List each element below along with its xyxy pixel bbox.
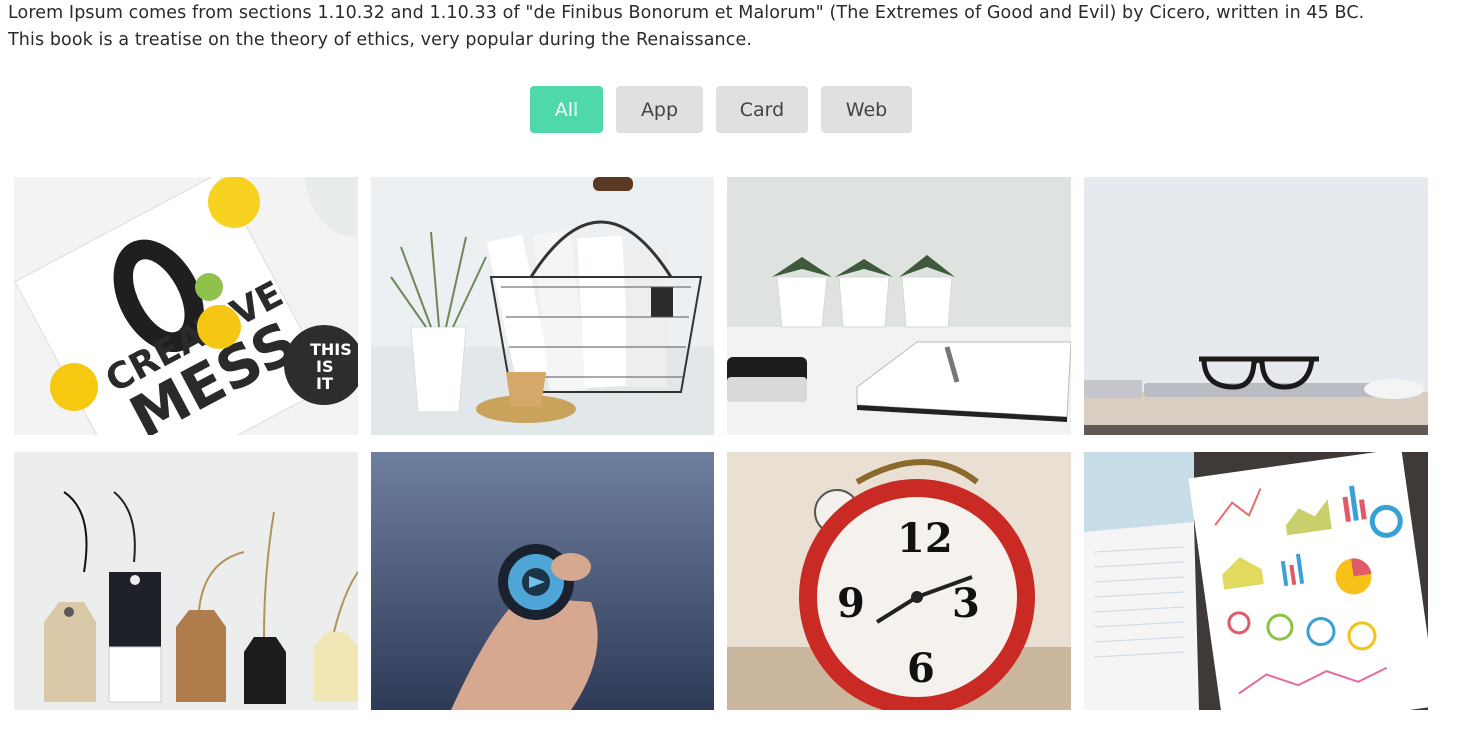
badge-text-3: IT	[316, 374, 333, 393]
clock-9: 9	[837, 580, 865, 627]
filter-bar: All App Card Web	[530, 86, 912, 133]
gallery-item-alarm-clock[interactable]: 12 9 3 6	[727, 452, 1071, 710]
basket-books-image	[371, 177, 714, 435]
watch-image	[371, 452, 714, 710]
clock-3: 3	[952, 580, 980, 627]
glasses-laptop-image	[1084, 177, 1428, 435]
filter-all-button[interactable]: All	[530, 86, 603, 133]
tags-image	[14, 452, 358, 710]
intro-line-2: This book is a treatise on the theory of…	[8, 30, 752, 50]
portfolio-gallery: CREATIVE MESS THIS IS IT 12 9 3 6	[14, 177, 1428, 710]
charts-image	[1084, 452, 1428, 710]
desk-plants-image	[727, 177, 1071, 435]
gallery-item-watch[interactable]	[371, 452, 714, 710]
clock-6: 6	[907, 645, 935, 692]
creative-mess-image: CREATIVE MESS THIS IS IT	[14, 177, 358, 435]
filter-web-button[interactable]: Web	[821, 86, 912, 133]
gallery-item-basket-books[interactable]	[371, 177, 714, 435]
filter-app-button[interactable]: App	[616, 86, 703, 133]
gallery-item-charts[interactable]	[1084, 452, 1428, 710]
intro-text: Lorem Ipsum comes from sections 1.10.32 …	[8, 0, 1448, 54]
gallery-item-creative-mess[interactable]: CREATIVE MESS THIS IS IT	[14, 177, 358, 435]
clock-12: 12	[897, 515, 953, 562]
intro-line-1: Lorem Ipsum comes from sections 1.10.32 …	[8, 3, 1365, 23]
alarm-clock-image: 12 9 3 6	[727, 452, 1071, 710]
gallery-item-glasses-laptop[interactable]	[1084, 177, 1428, 435]
gallery-item-desk-plants[interactable]	[727, 177, 1071, 435]
gallery-item-tags[interactable]	[14, 452, 358, 710]
filter-card-button[interactable]: Card	[716, 86, 808, 133]
